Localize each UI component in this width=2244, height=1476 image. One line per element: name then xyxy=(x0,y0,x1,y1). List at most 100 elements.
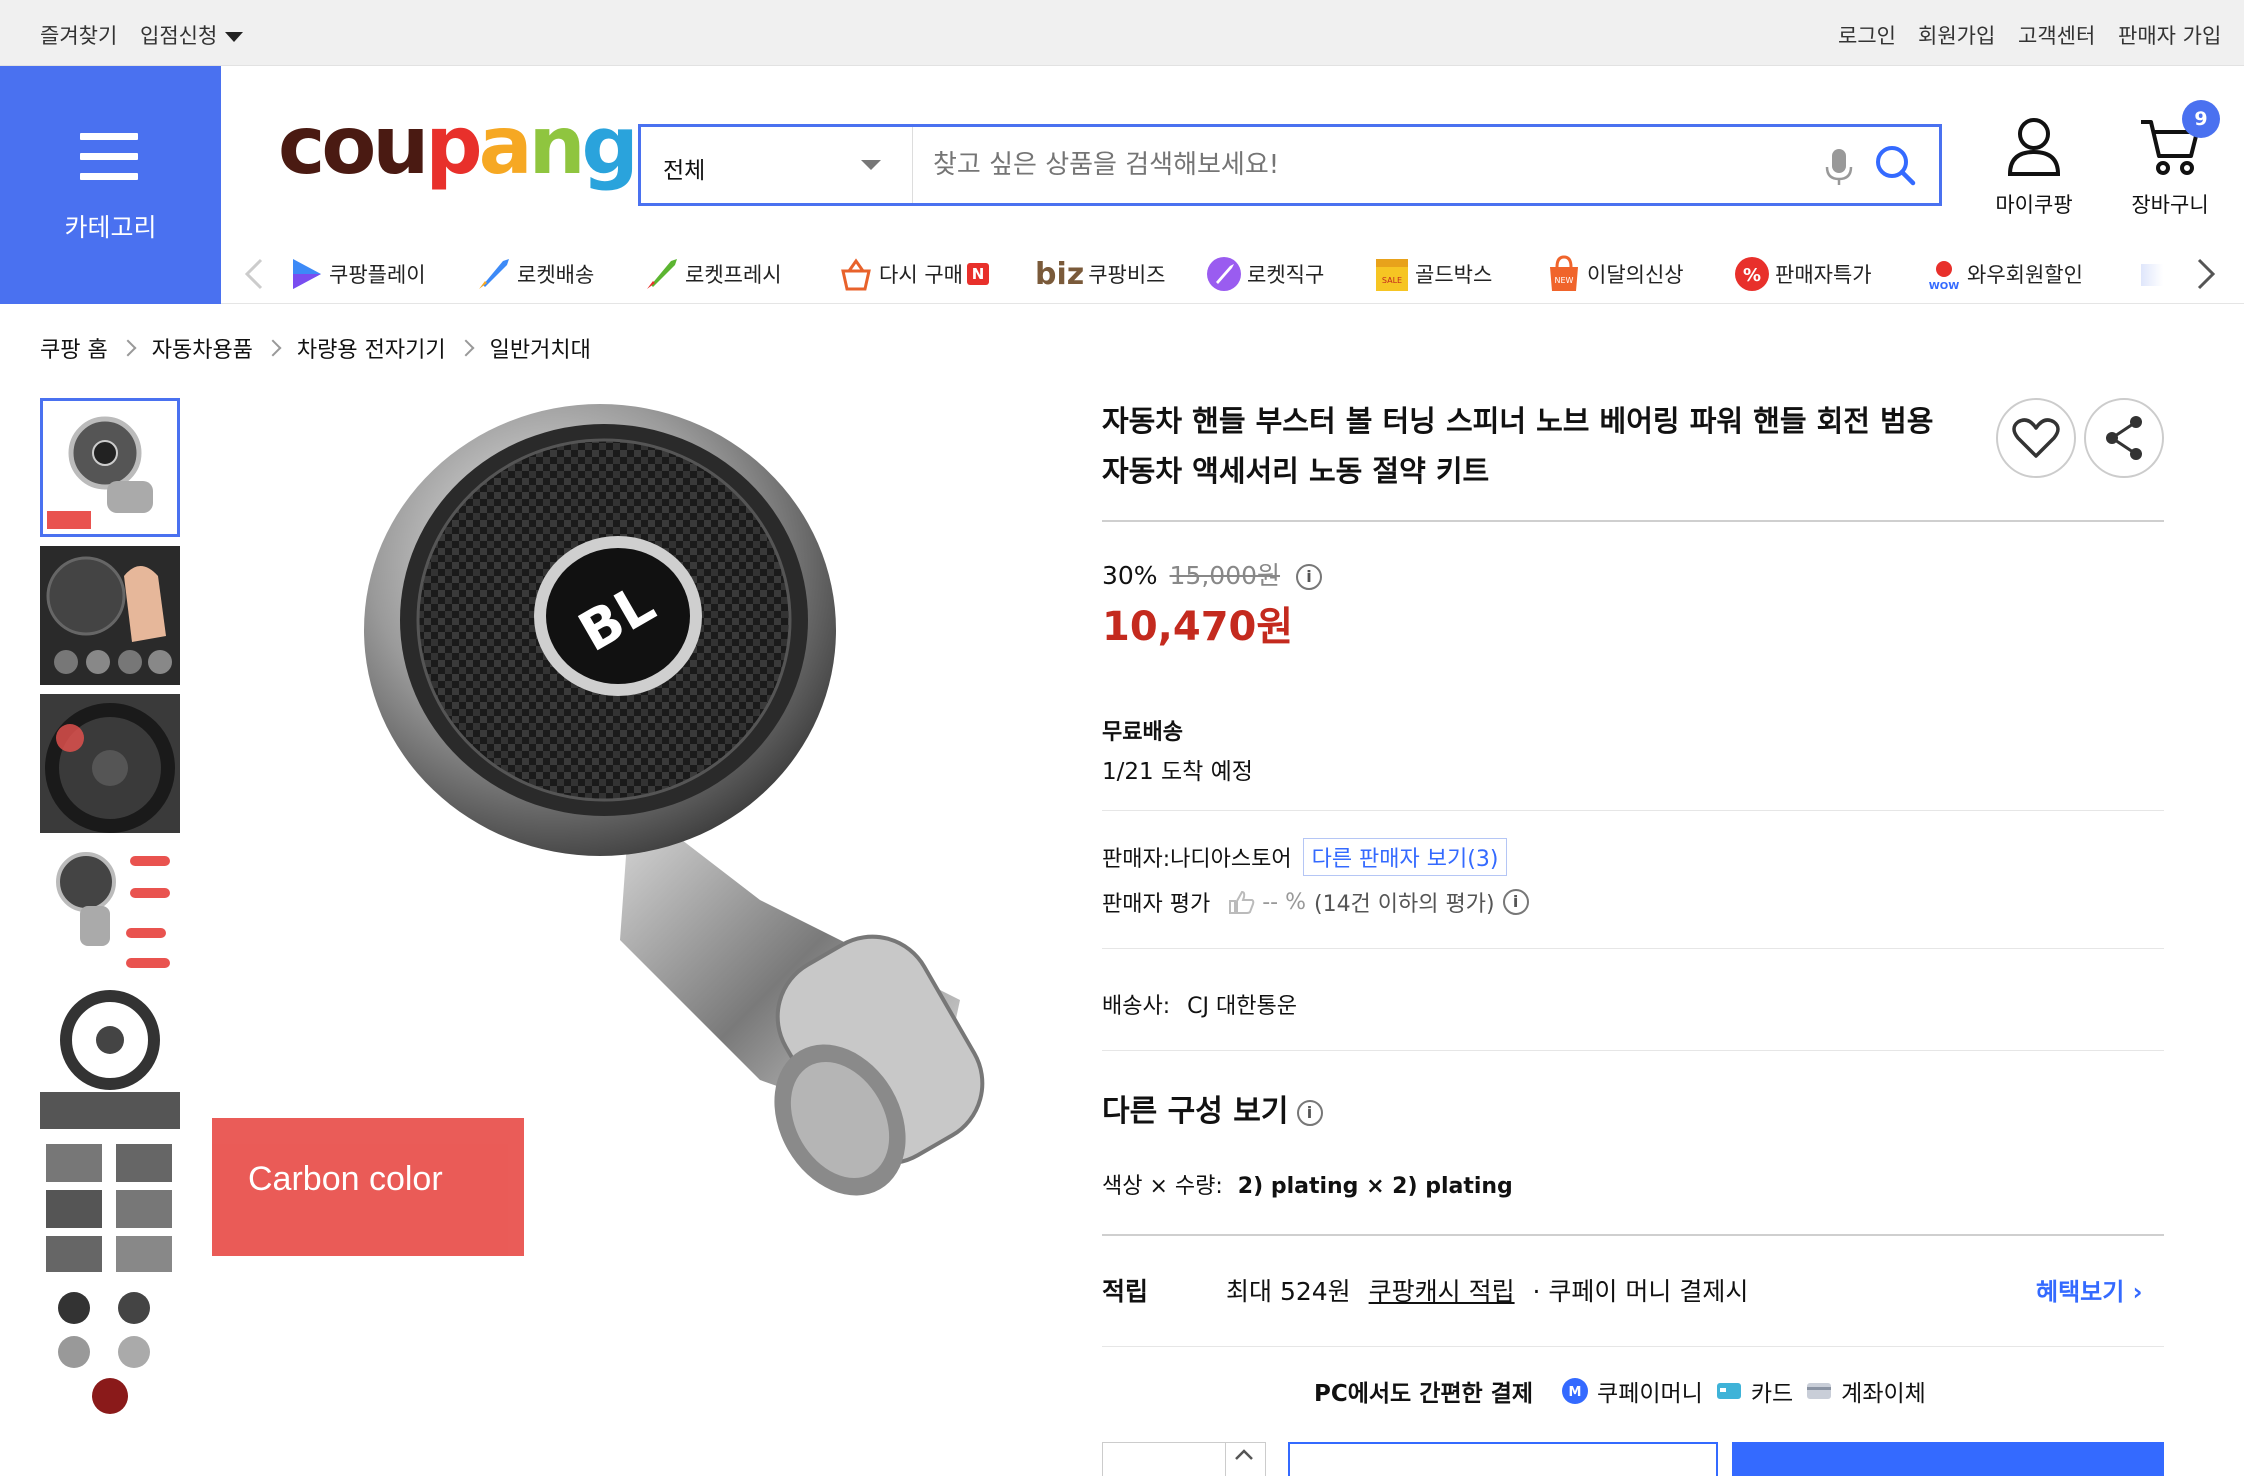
divider xyxy=(1102,810,2164,811)
svg-text:WOW: WOW xyxy=(1929,281,1960,292)
seller-rating-note: (14건 이하의 평가) xyxy=(1313,892,1495,917)
carrier-row: 배송사: CJ 대한통운 xyxy=(1102,988,1297,1020)
divider xyxy=(1102,1346,2164,1347)
category-strip: 쿠팡플레이 로켓배송 로켓프레시 다시 구매 N biz 쿠팡비즈 로켓직구 S… xyxy=(221,246,2244,304)
thumbnail-4[interactable] xyxy=(40,842,180,981)
thumbnail-2[interactable] xyxy=(40,546,180,685)
search-icon[interactable] xyxy=(1873,143,1917,187)
other-sellers-link[interactable]: 다른 판매자 보기(3) xyxy=(1302,838,1508,876)
customer-center-link[interactable]: 고객센터 xyxy=(2018,20,2095,50)
seller-signup-link[interactable]: 판매자 가입 xyxy=(2118,20,2221,50)
heart-icon xyxy=(2012,418,2060,458)
strip-label: 쿠팡비즈 xyxy=(1088,263,1166,287)
chevron-right-icon[interactable] xyxy=(2193,256,2219,292)
search-category-select[interactable]: 전체 xyxy=(641,127,913,203)
user-icon xyxy=(2007,118,2061,176)
options-section-title: 다른 구성 보기 i xyxy=(1102,1086,1323,1130)
strip-label: 이달의신상 xyxy=(1587,263,1684,287)
strip-label: 로켓직구 xyxy=(1247,263,1325,287)
new-badge-icon: N xyxy=(966,263,989,285)
points-pay-note: · 쿠페이 머니 결제시 xyxy=(1532,1277,1749,1306)
login-link[interactable]: 로그인 xyxy=(1838,20,1896,50)
payment-method: 계좌이체 xyxy=(1841,1381,1926,1407)
store-apply-menu[interactable]: 입점신청 xyxy=(140,20,244,50)
thumbnail-image xyxy=(40,546,180,685)
thumbnail-image xyxy=(43,401,177,534)
thumbnail-3[interactable] xyxy=(40,694,180,833)
strip-item-partial xyxy=(2141,264,2163,286)
divider xyxy=(1102,948,2164,949)
hamburger-icon xyxy=(80,133,138,181)
thumbnail-7[interactable] xyxy=(40,1286,180,1425)
coupang-cash-link[interactable]: 쿠팡캐시 적립 xyxy=(1369,1277,1515,1306)
seller-name: 판매자:나디아스토어 xyxy=(1102,847,1292,872)
info-icon[interactable]: i xyxy=(1296,1099,1323,1126)
strip-label: 로켓프레시 xyxy=(685,263,782,287)
category-menu-button[interactable]: 카테고리 xyxy=(0,66,221,304)
strip-label: 다시 구매 xyxy=(879,263,963,287)
strip-item-rocket-delivery[interactable]: 로켓배송 xyxy=(475,252,594,296)
breadcrumb-item[interactable]: 자동차용품 xyxy=(152,332,253,364)
seller-row: 판매자:나디아스토어 다른 판매자 보기(3) xyxy=(1102,838,1508,876)
coupang-play-icon xyxy=(293,259,321,289)
cart-label: 장바구니 xyxy=(2131,193,2209,217)
quantity-input[interactable] xyxy=(1102,1442,1226,1476)
share-button[interactable] xyxy=(2084,398,2164,478)
chevron-left-icon[interactable] xyxy=(241,256,267,292)
thumbnail-image xyxy=(40,990,180,1129)
thumbnail-1[interactable] xyxy=(40,398,180,537)
buy-now-button[interactable] xyxy=(1732,1442,2164,1476)
benefit-link[interactable]: 혜택보기 › xyxy=(2036,1272,2143,1307)
chevron-down-icon xyxy=(225,32,244,42)
info-icon[interactable]: i xyxy=(1502,889,1529,915)
option-row[interactable]: 색상 × 수량: 2) plating × 2) plating xyxy=(1102,1168,1513,1200)
product-title-line2: 자동차 액세서리 노동 절약 키트 xyxy=(1102,454,1490,488)
strip-item-rebuy[interactable]: 다시 구매 N xyxy=(837,252,989,296)
chevron-right-icon xyxy=(119,339,137,357)
shipping-type: 무료배송 xyxy=(1102,720,1183,745)
strip-item-seller-deal[interactable]: % 판매자특가 xyxy=(1733,252,1872,296)
microphone-icon[interactable] xyxy=(1821,147,1857,187)
carrier-label: 배송사: xyxy=(1102,994,1171,1019)
breadcrumb-item[interactable]: 일반거치대 xyxy=(490,332,591,364)
search-input[interactable] xyxy=(933,127,1833,203)
mycoupang-button[interactable]: 마이쿠팡 xyxy=(1990,114,2078,219)
strip-item-goldbox[interactable]: SALE 골드박스 xyxy=(1373,252,1492,296)
strip-label: 쿠팡플레이 xyxy=(329,263,426,287)
coupang-logo[interactable]: coupang xyxy=(278,106,639,186)
signup-link[interactable]: 회원가입 xyxy=(1918,20,1995,50)
divider xyxy=(1102,520,2164,522)
payment-method: 카드 xyxy=(1750,1381,1794,1407)
strip-item-wow-discount[interactable]: WOW 와우회원할인 xyxy=(1925,252,2083,296)
strip-item-rocket-fresh[interactable]: 로켓프레시 xyxy=(643,252,782,296)
new-arrival-icon: NEW xyxy=(1550,255,1578,291)
option-value: 2) plating × 2) plating xyxy=(1237,1174,1513,1199)
rocket-delivery-icon xyxy=(479,259,509,289)
payment-title: PC에서도 간편한 결제 xyxy=(1314,1381,1534,1407)
payment-method: 쿠페이머니 xyxy=(1597,1381,1703,1407)
svg-text:SALE: SALE xyxy=(1382,276,1402,285)
quantity-increase-button[interactable] xyxy=(1224,1442,1266,1476)
strip-item-new-arrival[interactable]: NEW 이달의신상 xyxy=(1545,252,1684,296)
breadcrumb-item[interactable]: 차량용 전자기기 xyxy=(297,332,446,364)
add-to-cart-button[interactable] xyxy=(1288,1442,1718,1476)
thumbnail-image xyxy=(40,842,180,981)
divider xyxy=(1102,1050,2164,1051)
strip-item-coupang-play[interactable]: 쿠팡플레이 xyxy=(287,252,426,296)
info-icon[interactable]: i xyxy=(1295,564,1322,590)
thumbnail-6[interactable] xyxy=(40,1138,180,1277)
points-row: 최대 524원 쿠팡캐시 적립 · 쿠페이 머니 결제시 xyxy=(1226,1272,1748,1308)
svg-text:M: M xyxy=(1569,1385,1582,1400)
category-label: 카테고리 xyxy=(64,213,157,242)
breadcrumb-item[interactable]: 쿠팡 홈 xyxy=(40,332,108,364)
chevron-down-icon xyxy=(861,160,881,170)
strip-item-biz[interactable]: biz 쿠팡비즈 xyxy=(1035,252,1166,296)
product-title: 자동차 핸들 부스터 볼 터닝 스피너 노브 베어링 파워 핸들 회전 범용 자… xyxy=(1102,396,1962,496)
favorites-link[interactable]: 즐겨찾기 xyxy=(40,20,117,50)
wishlist-button[interactable] xyxy=(1996,398,2076,478)
seller-rating-value: -- % xyxy=(1262,889,1306,915)
svg-text:NEW: NEW xyxy=(1555,276,1574,285)
divider xyxy=(1102,1234,2164,1236)
strip-item-rocket-global[interactable]: 로켓직구 xyxy=(1205,252,1324,296)
thumbnail-5[interactable] xyxy=(40,990,180,1129)
